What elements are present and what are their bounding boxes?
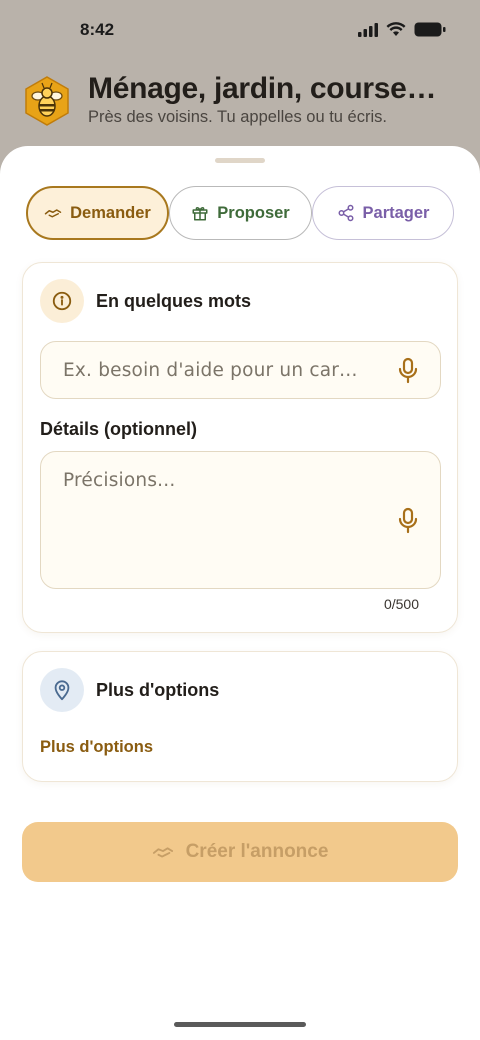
title-input-placeholder: Ex. besoin d'aide pour un car… — [63, 360, 358, 381]
status-icons — [358, 22, 446, 37]
wifi-icon — [386, 22, 406, 36]
details-label: Détails (optionnel) — [40, 419, 197, 439]
sheet-grabber[interactable] — [215, 158, 265, 163]
card-title: Plus d'options — [96, 680, 220, 700]
tab-demander[interactable]: Demander — [26, 186, 169, 240]
tab-proposer[interactable]: Proposer — [169, 186, 312, 240]
details-textarea[interactable]: Précisions... — [40, 451, 441, 589]
card-title: En quelques mots — [96, 291, 252, 311]
tab-label: Demander — [70, 203, 151, 222]
header: Ménage, jardin, course… Près des voisins… — [0, 60, 480, 150]
create-listing-button[interactable]: Créer l'annonce — [22, 822, 458, 882]
options-card: Plus d'options Plus d'options — [22, 651, 458, 782]
more-options-link[interactable]: Plus d'options — [40, 738, 153, 757]
status-bar: 8:42 — [0, 0, 480, 60]
location-icon-badge — [40, 668, 84, 712]
tab-label: Partager — [362, 203, 430, 222]
battery-icon — [414, 22, 446, 37]
page-title: Ménage, jardin, course… — [88, 72, 437, 105]
character-counter: 0/500 — [383, 596, 419, 612]
signal-icon — [358, 22, 378, 37]
gift-icon — [192, 206, 208, 221]
handshake-icon — [152, 847, 173, 858]
bottom-sheet: Demander Proposer Partager En quelques m… — [0, 146, 480, 1040]
info-icon — [52, 291, 72, 311]
mode-tabs: Demander Proposer Partager — [26, 186, 454, 240]
tab-partager[interactable]: Partager — [312, 186, 454, 240]
status-time: 8:42 — [80, 20, 115, 39]
home-indicator[interactable] — [174, 1022, 306, 1027]
handshake-icon — [44, 209, 62, 218]
location-pin-icon — [54, 680, 70, 701]
page-subtitle: Près des voisins. Tu appelles ou tu écri… — [88, 108, 387, 126]
details-placeholder: Précisions... — [63, 470, 176, 491]
tab-label: Proposer — [217, 203, 290, 222]
summary-card: En quelques mots Ex. besoin d'aide pour … — [22, 262, 458, 633]
create-button-label: Créer l'annonce — [185, 841, 329, 862]
title-input[interactable]: Ex. besoin d'aide pour un car… — [40, 341, 441, 399]
microphone-icon[interactable] — [396, 357, 420, 385]
info-icon-badge — [40, 279, 84, 323]
bee-logo-icon — [25, 76, 69, 126]
microphone-icon[interactable] — [396, 507, 420, 535]
share-icon — [338, 204, 354, 222]
